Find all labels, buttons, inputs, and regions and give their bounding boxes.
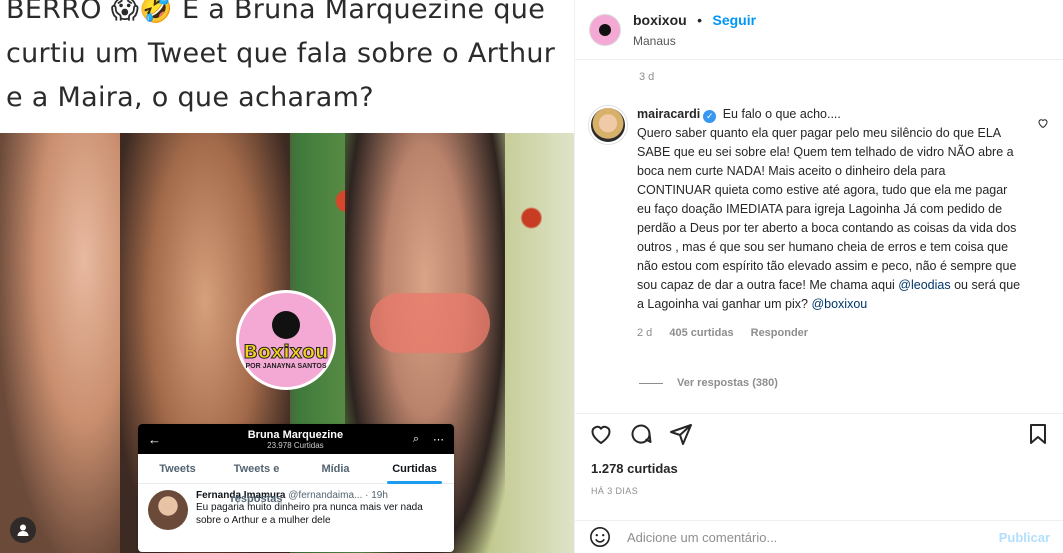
tagged-user-button[interactable]	[10, 517, 36, 543]
tweet-avatar	[148, 490, 188, 530]
comment-intro: Eu falo o que acho....	[722, 107, 841, 121]
boxixou-logo: Boxixou POR JANAYNA SANTOS	[236, 290, 336, 390]
comment-text: Quero saber quanto ela quer pagar pelo m…	[637, 126, 1017, 292]
comment-input[interactable]	[627, 529, 999, 545]
tweet-handle: @fernandaima...	[288, 490, 363, 501]
view-replies-button[interactable]: Ver respostas (380)	[639, 377, 778, 389]
logo-brand: Boxixou	[243, 340, 329, 363]
twitter-tab-media: Mídia	[321, 462, 350, 475]
twitter-tab-likes: Curtidas	[375, 454, 454, 484]
publish-button[interactable]: Publicar	[999, 530, 1050, 545]
view-replies-label: Ver respostas (380)	[677, 377, 778, 389]
header-separator: •	[697, 11, 703, 28]
photo-bikini	[370, 293, 490, 353]
twitter-tabs: Tweets Tweets e respostas Mídia Curtidas	[138, 454, 454, 505]
heart-icon[interactable]	[1037, 117, 1049, 129]
replies-line	[639, 382, 663, 384]
comment-body: mairacardi ✓ Eu falo o que acho.... Quero…	[637, 105, 1021, 343]
post-sidebar: boxixou • Seguir Manaus 3 d mairacardi ✓ …	[574, 0, 1063, 553]
twitter-tweet: Fernanda Imamura @fernandaima... · 19h E…	[138, 484, 454, 536]
mention-leodias[interactable]: @leodias	[898, 278, 950, 292]
reply-button[interactable]: Responder	[751, 327, 808, 339]
bomb-icon	[272, 310, 300, 339]
share-icon[interactable]	[669, 422, 693, 446]
post-image[interactable]: BERRO 😱🤣 E a Bruna Marquezine que curtiu…	[0, 0, 574, 553]
twitter-screenshot: ← Bruna Marquezine 23.978 Curtidas ⌕ ⋯ T…	[138, 424, 454, 552]
comment-age: 2 d	[637, 327, 653, 339]
twitter-header: ← Bruna Marquezine 23.978 Curtidas ⌕ ⋯	[138, 424, 454, 454]
follow-button[interactable]: Seguir	[712, 12, 756, 28]
comment-actions: 2 d 405 curtidas Responder	[637, 324, 1021, 343]
emoji-icon[interactable]	[589, 526, 611, 548]
comment-icon[interactable]	[629, 422, 653, 446]
post-age: HÁ 3 DIAS	[591, 486, 639, 496]
verified-icon: ✓	[703, 110, 717, 123]
more-icon: ⋯	[433, 433, 444, 446]
twitter-tab-replies: Tweets e respostas	[230, 462, 283, 505]
instagram-post-view: BERRO 😱🤣 E a Bruna Marquezine que curtiu…	[0, 0, 1063, 553]
user-icon	[17, 524, 29, 536]
caption-age: 3 d	[639, 71, 655, 83]
headline-text: BERRO 😱🤣 E a Bruna Marquezine que curtiu…	[6, 0, 556, 113]
arrow-left-icon: ←	[148, 431, 161, 447]
author-username[interactable]: boxixou	[633, 12, 687, 28]
post-likes[interactable]: 1.278 curtidas	[591, 461, 678, 476]
twitter-profile-name: Bruna Marquezine	[247, 428, 344, 441]
action-bar	[575, 413, 1063, 453]
bomb-icon	[599, 23, 611, 36]
comment: mairacardi ✓ Eu falo o que acho.... Quero…	[589, 105, 1049, 343]
twitter-tab-tweets: Tweets	[159, 462, 196, 475]
logo-sub: POR JANAYNA SANTOS	[245, 362, 327, 370]
comment-username[interactable]: mairacardi	[637, 107, 700, 121]
post-location[interactable]: Manaus	[633, 34, 756, 48]
post-headline: BERRO 😱🤣 E a Bruna Marquezine que curtiu…	[0, 0, 574, 133]
twitter-likes-count: 23.978 Curtidas	[267, 440, 324, 450]
comment-likes[interactable]: 405 curtidas	[669, 327, 733, 339]
search-icon: ⌕	[412, 432, 419, 445]
bookmark-icon[interactable]	[1026, 422, 1050, 446]
author-avatar[interactable]	[589, 13, 621, 46]
like-heart-icon[interactable]	[589, 422, 613, 446]
post-header: boxixou • Seguir Manaus	[575, 0, 1063, 60]
photo-person-left	[0, 133, 140, 553]
mention-boxixou[interactable]: @boxixou	[811, 297, 867, 311]
comment-avatar[interactable]	[589, 106, 627, 144]
tweet-time: · 19h	[365, 490, 388, 501]
add-comment-bar: Publicar	[575, 520, 1063, 553]
